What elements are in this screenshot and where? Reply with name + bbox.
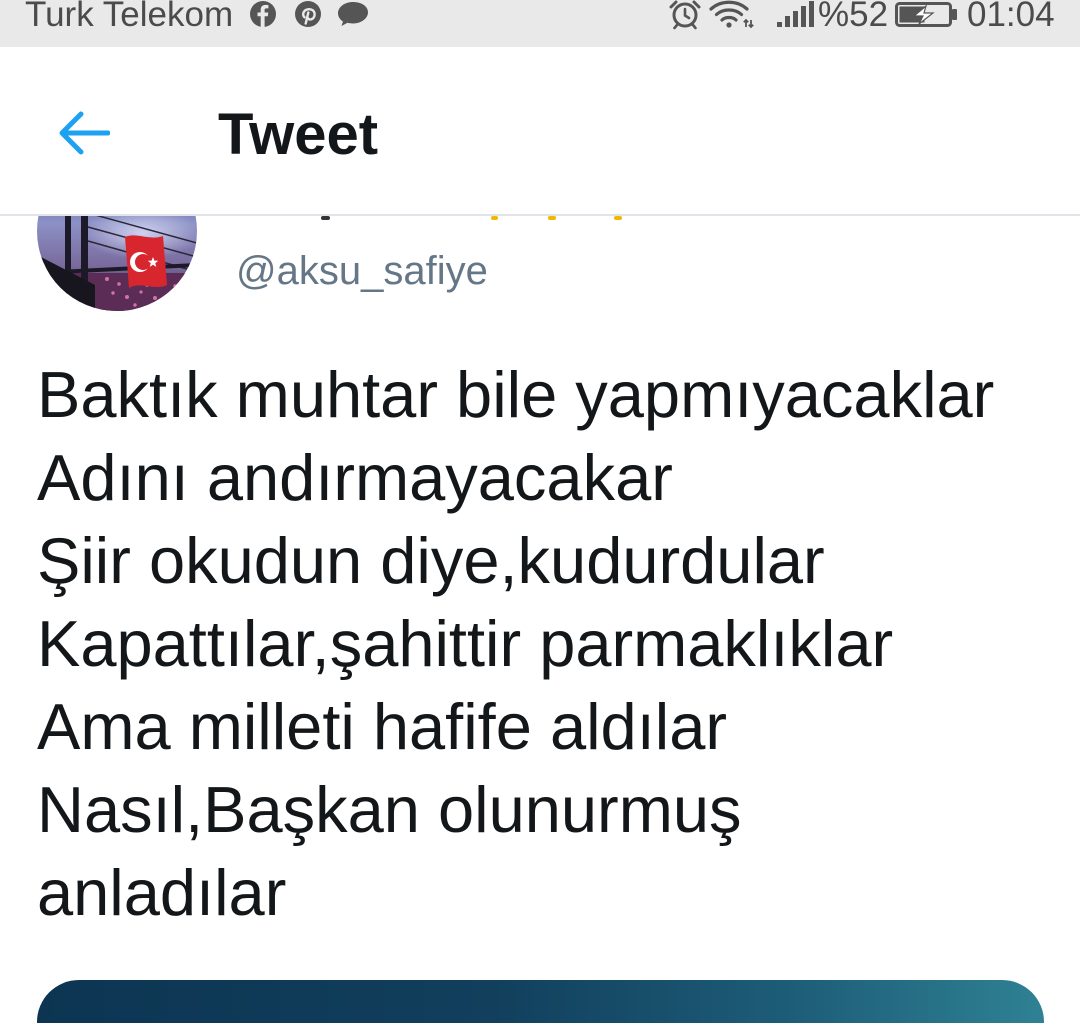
avatar[interactable] (37, 216, 197, 311)
battery-percent: %52 (818, 0, 889, 34)
tweet-line: anladılar (37, 856, 287, 929)
back-button[interactable] (40, 100, 111, 166)
tweet-line: Adını andırmayacakar (37, 441, 673, 514)
tweet-line: Nasıl,Başkan olunurmuş (37, 773, 742, 846)
arrow-left-icon (59, 111, 111, 155)
tweet-text: Baktık muhtar bile yapmıyacaklar Adını a… (37, 353, 994, 934)
tweet-line: Kapattılar,şahittir parmaklıklar (37, 607, 894, 680)
tweet-detail: @aksu_safiye Baktık muhtar bile yapmıyac… (0, 216, 1080, 1023)
tweet-line: Baktık muhtar bile yapmıyacaklar (37, 358, 995, 431)
wifi-icon (709, 0, 754, 29)
battery-charging-icon (895, 2, 957, 27)
pinterest-icon (295, 1, 321, 27)
page-title: Tweet (218, 102, 379, 167)
tweet-media-image[interactable] (37, 980, 1044, 1023)
tweet-line: Şiir okudun diye,kudurdular (37, 524, 825, 597)
facebook-icon (250, 1, 276, 28)
avatar-image (37, 216, 197, 311)
clock-time: 01:04 (967, 0, 1055, 34)
carrier-name: Turk Telekom (25, 0, 234, 34)
user-handle[interactable]: @aksu_safiye (236, 251, 488, 291)
message-icon (338, 2, 368, 26)
alarm-icon (669, 0, 701, 30)
signal-icon (777, 1, 814, 27)
status-bar: Turk Telekom %52 01:04 (0, 0, 1080, 47)
app-header: Tweet (0, 47, 1080, 214)
tweet-line: Ama milleti hafife aldılar (37, 690, 727, 763)
